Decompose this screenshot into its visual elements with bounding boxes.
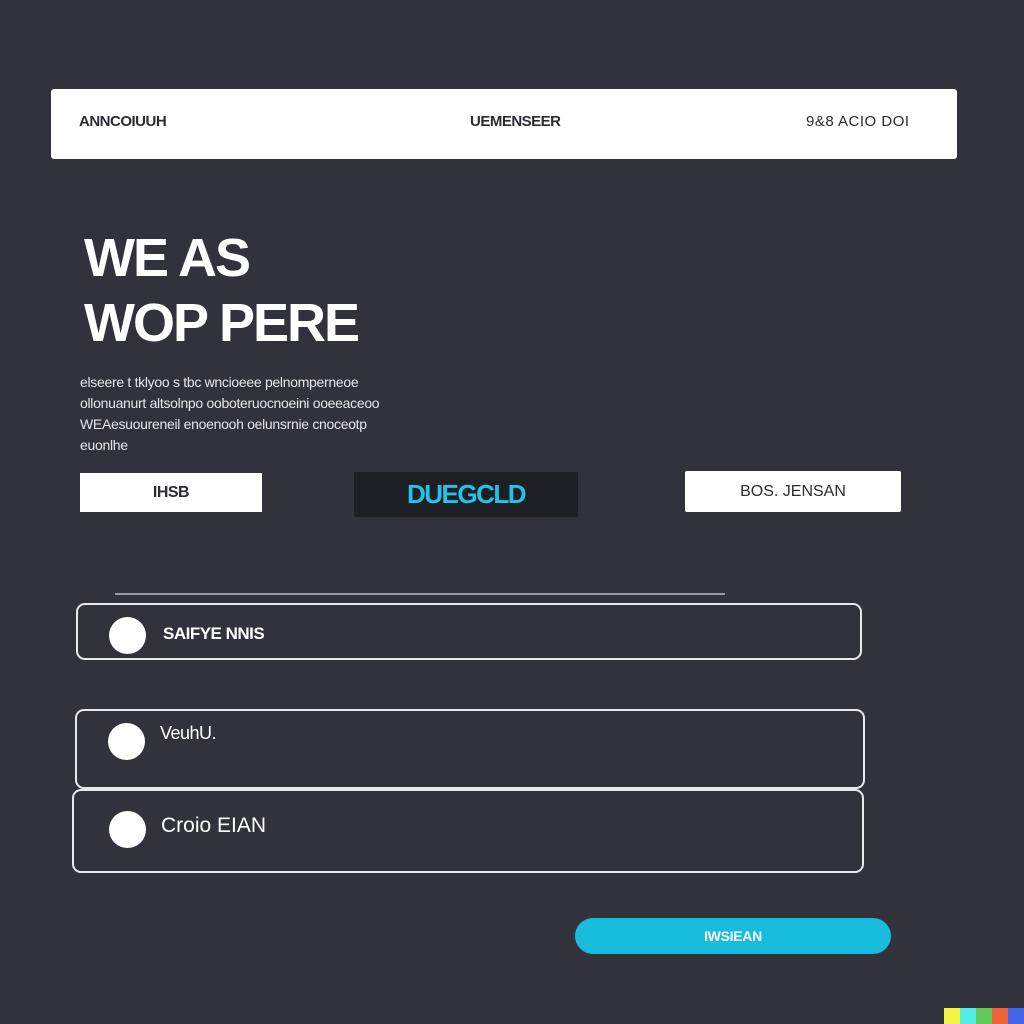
hero-heading-line-1: WE AS bbox=[84, 228, 251, 288]
swatch-4 bbox=[992, 1008, 1008, 1024]
nav-link-center[interactable]: UEMENSEER bbox=[470, 113, 561, 130]
swatch-3 bbox=[976, 1008, 992, 1024]
hero-heading: WE AS WOP PERE bbox=[84, 226, 504, 356]
option-label-3: Croio EIAN bbox=[161, 814, 267, 837]
description-line-2: ollonuanurt altsolnpo ooboteruocnoeini o… bbox=[80, 395, 380, 411]
nav-link-left[interactable]: ANNCOIUUH bbox=[79, 113, 167, 130]
option-label-1: SAIFYE NNIS bbox=[163, 624, 265, 643]
color-swatch-strip bbox=[944, 1008, 1024, 1024]
swatch-2 bbox=[960, 1008, 976, 1024]
option-card-3[interactable]: Croio EIAN bbox=[72, 789, 864, 873]
primary-dark-button-label: DUEGCLD bbox=[406, 479, 527, 509]
radio-button-1[interactable] bbox=[109, 617, 146, 654]
description-line-1: elseere t tklyoo s tbc wncioeee pelnompe… bbox=[80, 374, 359, 390]
radio-button-2[interactable] bbox=[108, 723, 145, 760]
app-window: ANNCOIUUH UEMENSEER 9&8 ACIO DOI WE AS W… bbox=[0, 0, 1024, 1024]
swatch-5 bbox=[1008, 1008, 1024, 1024]
submit-button-label: IWSIEAN bbox=[704, 928, 762, 944]
option-label-2: VeuhU. bbox=[160, 723, 217, 743]
option-card-2[interactable]: VeuhU. bbox=[75, 709, 865, 789]
radio-button-3[interactable] bbox=[109, 811, 146, 848]
nav-link-right[interactable]: 9&8 ACIO DOI bbox=[806, 113, 910, 130]
top-nav-bar: ANNCOIUUH UEMENSEER 9&8 ACIO DOI bbox=[51, 89, 957, 159]
primary-dark-button[interactable]: DUEGCLD bbox=[354, 472, 578, 517]
submit-button[interactable]: IWSIEAN bbox=[575, 918, 891, 954]
description-line-3: WEAesuoureneil enoenooh oelunsrnie cnoce… bbox=[80, 416, 367, 432]
hero-description: elseere t tklyoo s tbc wncioeee pelnompe… bbox=[80, 372, 520, 456]
hero-heading-line-2: WOP PERE bbox=[84, 293, 360, 353]
section-divider bbox=[115, 593, 725, 595]
secondary-button-right[interactable]: BOS. JENSAN bbox=[685, 471, 901, 512]
secondary-button-left[interactable]: IHSB bbox=[80, 473, 262, 512]
secondary-button-right-label: BOS. JENSAN bbox=[740, 482, 846, 500]
description-line-4: euonlhe bbox=[80, 437, 128, 453]
secondary-button-left-label: IHSB bbox=[152, 483, 190, 501]
option-card-1[interactable]: SAIFYE NNIS bbox=[76, 603, 862, 660]
swatch-1 bbox=[944, 1008, 960, 1024]
